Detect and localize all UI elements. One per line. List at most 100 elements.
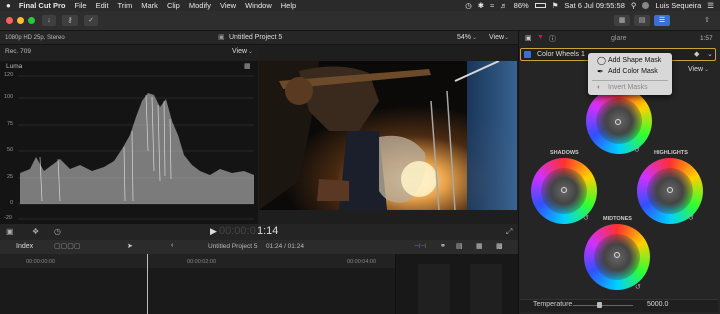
user-avatar[interactable]	[642, 2, 650, 9]
ruler-tick: 00:00:04:00	[347, 259, 377, 265]
flag-icon[interactable]: ⚑	[552, 1, 559, 10]
highlights-label: HIGHLIGHTS	[654, 150, 688, 156]
fullscreen-icon[interactable]: ⤢	[506, 227, 512, 237]
viewer-view-menu[interactable]: View	[489, 34, 504, 41]
timecode-dim: 00:00:0	[219, 225, 256, 237]
film-icon: ▣	[218, 34, 225, 41]
clock[interactable]: Sat 6 Jul 09:55:58	[564, 1, 624, 10]
user-name[interactable]: Luis Sequeira	[655, 1, 701, 10]
effects-browser-icon[interactable]: ▦	[476, 242, 483, 250]
inspector-duration: 1:57	[700, 35, 713, 42]
video-frame[interactable]	[259, 61, 517, 210]
menu-edit[interactable]: Edit	[96, 1, 109, 10]
menu-window[interactable]: Window	[245, 1, 272, 10]
scope-tick: 75	[7, 121, 14, 127]
midtones-label: MIDTONES	[603, 216, 632, 222]
menu-modify[interactable]: Modify	[189, 1, 211, 10]
add-color-mask-item[interactable]: Add Color Mask	[608, 68, 658, 75]
menu-mark[interactable]: Mark	[141, 1, 158, 10]
inspector-toggle[interactable]: ☰	[654, 15, 670, 26]
speed-icon[interactable]: ◷	[54, 227, 61, 236]
timeline-toggle[interactable]: ▤	[634, 15, 650, 26]
highlights-wheel-puck[interactable]	[667, 187, 673, 193]
wifi-icon[interactable]: ≈	[490, 1, 494, 10]
scope-tick: 100	[4, 94, 14, 100]
temperature-slider-thumb[interactable]	[597, 302, 602, 308]
bluetooth-icon[interactable]: ✱	[478, 1, 484, 10]
timecode-bright: 1:14	[257, 225, 279, 237]
menu-file[interactable]: File	[75, 1, 87, 10]
fullscreen-button[interactable]	[28, 17, 35, 24]
menu-bar: ● Final Cut Pro File Edit Trim Mark Clip…	[0, 0, 720, 11]
shadows-wheel-puck[interactable]	[561, 187, 567, 193]
keywords-button[interactable]: ⚷	[62, 15, 78, 26]
time-machine-icon[interactable]: ◷	[465, 1, 472, 10]
inspector-view-menu[interactable]: View	[688, 66, 703, 73]
temperature-value[interactable]: 5000.0	[647, 301, 668, 308]
transitions-browser-icon[interactable]: ▩	[496, 242, 503, 250]
info-icon[interactable]: ⓘ	[549, 34, 556, 44]
invert-masks-item: Invert Masks	[608, 84, 648, 91]
menu-help[interactable]: Help	[281, 1, 296, 10]
timeline-project: Untitled Project 5	[208, 243, 258, 250]
chevron-down-icon[interactable]: ⌄	[707, 50, 713, 58]
battery-icon	[534, 3, 546, 8]
browser-toggle[interactable]: ▦	[614, 15, 630, 26]
scope-view-menu[interactable]: View	[232, 48, 247, 55]
back-icon[interactable]: ‹	[171, 242, 173, 249]
reset-icon[interactable]: ↺	[688, 214, 694, 222]
menu-clip[interactable]: Clip	[167, 1, 180, 10]
add-shape-mask-item[interactable]: Add Shape Mask	[608, 57, 661, 64]
shadows-label: SHADOWS	[550, 150, 579, 156]
reset-icon[interactable]: ↺	[635, 283, 641, 291]
background-tasks-button[interactable]: ✓	[84, 15, 98, 26]
keyframe-icon[interactable]: ◆	[694, 50, 699, 58]
midtones-wheel-puck[interactable]	[614, 252, 620, 258]
timeline-position: 01:24 / 01:24	[266, 243, 304, 250]
menu-app-name[interactable]: Final Cut Pro	[19, 1, 66, 10]
volume-icon[interactable]: ♬	[500, 1, 508, 10]
menu-view[interactable]: View	[220, 1, 236, 10]
ruler-tick: 00:00:00:00	[26, 259, 56, 265]
format-label: 1080p HD 25p, Stereo	[5, 35, 65, 41]
clip-appearance-icon[interactable]: ▢▢▢▢	[54, 242, 80, 250]
clip-appearance-menu-icon[interactable]: ▤	[456, 242, 463, 250]
scope-tick: 25	[7, 174, 14, 180]
play-icon[interactable]: ▶	[210, 226, 217, 237]
index-button[interactable]: Index	[16, 243, 33, 250]
reset-icon[interactable]: ↺	[583, 214, 589, 222]
headphones-icon[interactable]: ⚭	[440, 242, 446, 250]
color-mask-icon: ✒	[597, 67, 604, 76]
notification-icon[interactable]: ☰	[707, 1, 714, 10]
effect-name[interactable]: Color Wheels 1	[537, 51, 585, 58]
audio-skimming-icon[interactable]: ⊣⊣	[414, 242, 426, 250]
effect-enable-checkbox[interactable]	[524, 51, 531, 58]
playhead[interactable]	[147, 254, 148, 314]
search-icon[interactable]: ⚲	[631, 1, 637, 10]
apple-icon[interactable]: ●	[6, 1, 11, 10]
import-button[interactable]: ↓	[42, 15, 56, 26]
close-button[interactable]	[6, 17, 13, 24]
shape-mask-icon: ◯	[597, 56, 606, 65]
invert-mask-icon: ◐	[597, 84, 602, 91]
inspector-title: glare	[611, 35, 627, 42]
master-wheel-puck[interactable]	[615, 119, 621, 125]
reset-icon[interactable]: ↺	[634, 146, 640, 154]
waveform-graph	[18, 75, 254, 220]
menu-trim[interactable]: Trim	[118, 1, 133, 10]
color-inspector-icon[interactable]: ▼	[537, 34, 544, 41]
ruler-tick: 00:00:02:00	[187, 259, 217, 265]
zoom-menu[interactable]: 54%	[457, 34, 471, 41]
scope-rec-label: Rec. 709	[5, 48, 32, 55]
menu-separator	[592, 80, 668, 81]
transform-tool-icon[interactable]: ❖	[32, 227, 39, 236]
share-button[interactable]: ⇧	[700, 15, 714, 26]
video-inspector-icon[interactable]: ▣	[525, 34, 532, 42]
tool-select-icon[interactable]: ➤	[127, 242, 133, 250]
battery-percent[interactable]: 86%	[514, 1, 529, 10]
temperature-slider-track[interactable]	[573, 305, 633, 306]
minimize-button[interactable]	[17, 17, 24, 24]
temperature-label: Temperature	[533, 301, 573, 308]
viewer-settings-icon[interactable]: ▣	[6, 227, 14, 236]
audio-meter-right	[470, 264, 502, 314]
